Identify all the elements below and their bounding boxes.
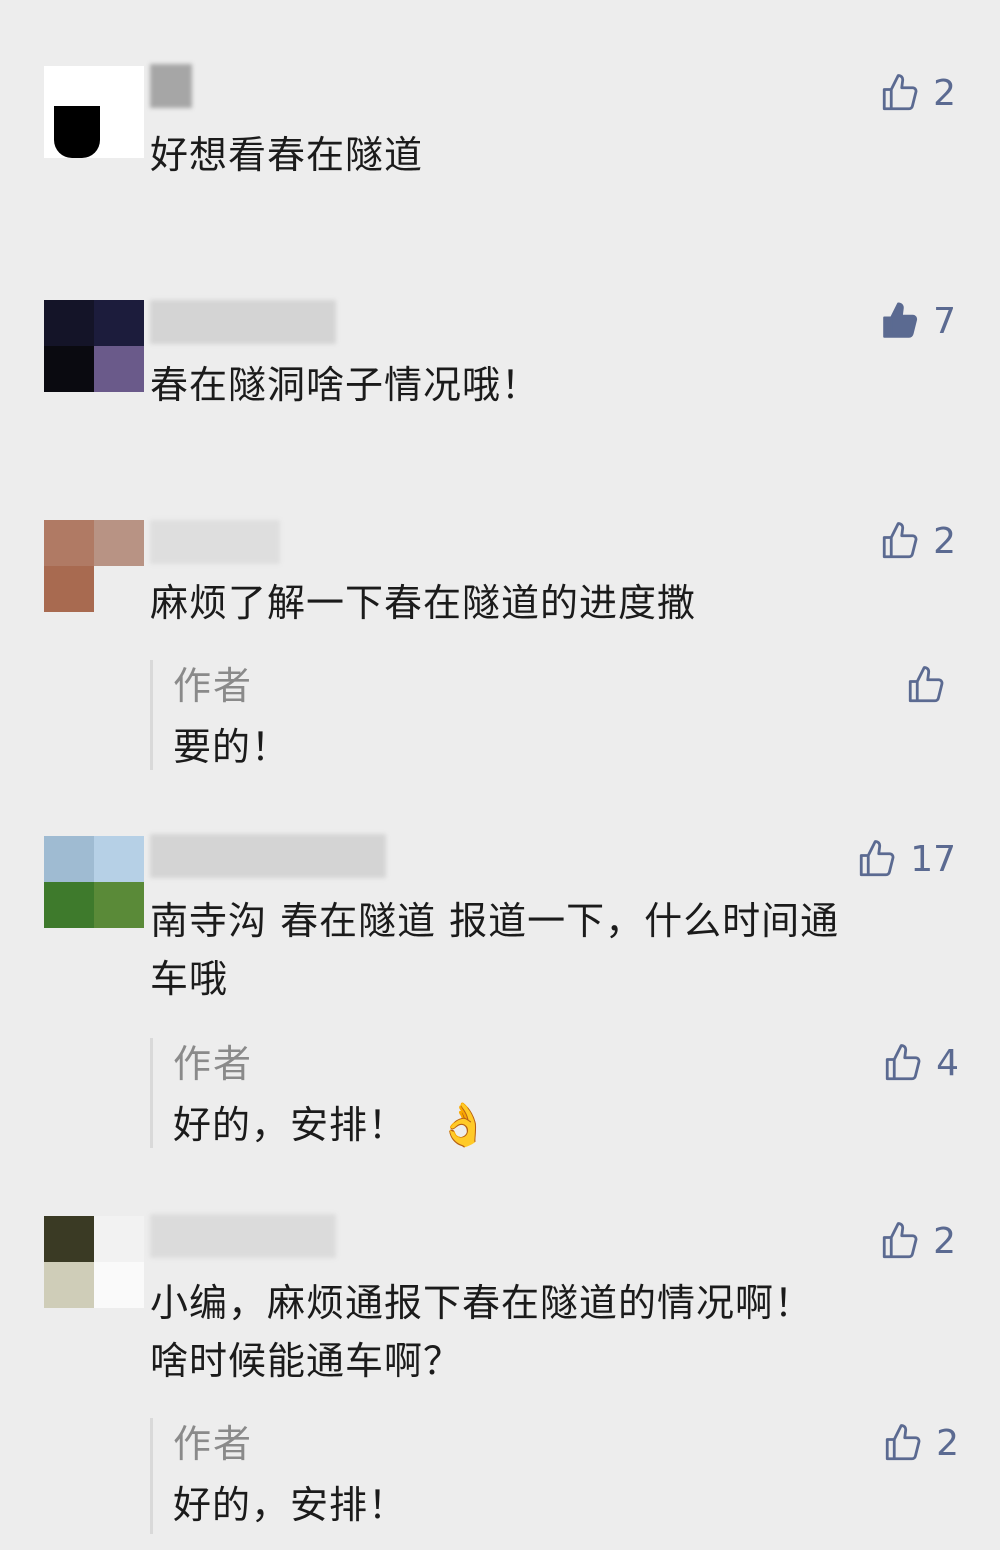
like-count: 2 (933, 520, 956, 562)
avatar[interactable] (44, 836, 144, 928)
reply-author: 作者 (173, 1422, 254, 1466)
avatar[interactable] (44, 1216, 144, 1308)
like-count: 2 (936, 1422, 959, 1464)
comment-text: 春在隧洞啥子情况哦！ (150, 363, 541, 407)
like-button[interactable]: 2 (882, 1418, 959, 1468)
like-button[interactable] (905, 660, 959, 710)
like-count: 2 (933, 1220, 956, 1262)
thumbs-up-icon (908, 666, 944, 703)
thumbs-up-icon (882, 522, 918, 559)
reply-text: 好的，安排！ (173, 1476, 407, 1534)
comment-text: 麻烦了解一下春在隧道的进度撒 (150, 581, 697, 625)
reply-text-content: 要的！ (173, 725, 291, 769)
avatar[interactable] (44, 66, 144, 158)
thumbs-up-icon (882, 74, 918, 111)
like-button[interactable]: 2 (879, 1216, 956, 1266)
thumbs-up-icon (860, 840, 895, 877)
author-reply: 作者 要的！ (150, 660, 959, 770)
like-button[interactable]: 2 (879, 516, 956, 566)
nickname-blurred (150, 520, 280, 564)
reply-author: 作者 (173, 1042, 254, 1086)
like-count: 4 (936, 1042, 959, 1084)
reply-text-content: 好的，安排！ (173, 1103, 408, 1147)
nickname-blurred (150, 834, 386, 878)
ok-hand-icon: 👌 (437, 1100, 491, 1149)
comment-text: 南寺沟 春在隧道 报道一下，什么时间通 车哦 (150, 892, 950, 1008)
avatar[interactable] (44, 300, 144, 392)
like-button[interactable]: 7 (879, 296, 956, 346)
nickname-blurred (150, 1214, 336, 1258)
nickname-blurred (150, 64, 192, 108)
comment-text-line: 啥时候能通车啊？ (150, 1339, 463, 1383)
comment-text-line: 车哦 (150, 957, 229, 1001)
thumbs-up-filled-icon (883, 302, 918, 338)
reply-author: 作者 (173, 664, 254, 708)
reply-text: 要的！ (173, 718, 290, 776)
comment-text-line: 小编，麻烦通报下春在隧道的情况啊！ (150, 1281, 814, 1325)
like-button[interactable]: 4 (882, 1038, 959, 1088)
comment-text-line: 南寺沟 春在隧道 报道一下，什么时间通 (150, 899, 840, 943)
like-button[interactable]: 2 (879, 68, 956, 118)
like-count: 17 (910, 838, 956, 880)
thumbs-up-icon (885, 1424, 921, 1461)
like-count: 2 (933, 72, 956, 114)
comment-text: 小编，麻烦通报下春在隧道的情况啊！ 啥时候能通车啊？ (150, 1274, 950, 1390)
author-reply: 作者 好的，安排！ 2 (150, 1418, 959, 1534)
like-count: 7 (933, 300, 956, 342)
reply-text-content: 好的，安排！ (173, 1483, 408, 1527)
like-button[interactable]: 17 (856, 834, 956, 884)
nickname-blurred (150, 300, 336, 344)
thumbs-up-icon (882, 1222, 918, 1259)
author-reply: 作者 好的，安排！ 👌 4 (150, 1038, 959, 1149)
avatar[interactable] (44, 520, 144, 612)
comment-text: 好想看春在隧道 (150, 133, 424, 177)
reply-text: 好的，安排！ 👌 (173, 1096, 490, 1154)
thumbs-up-icon (885, 1044, 921, 1081)
